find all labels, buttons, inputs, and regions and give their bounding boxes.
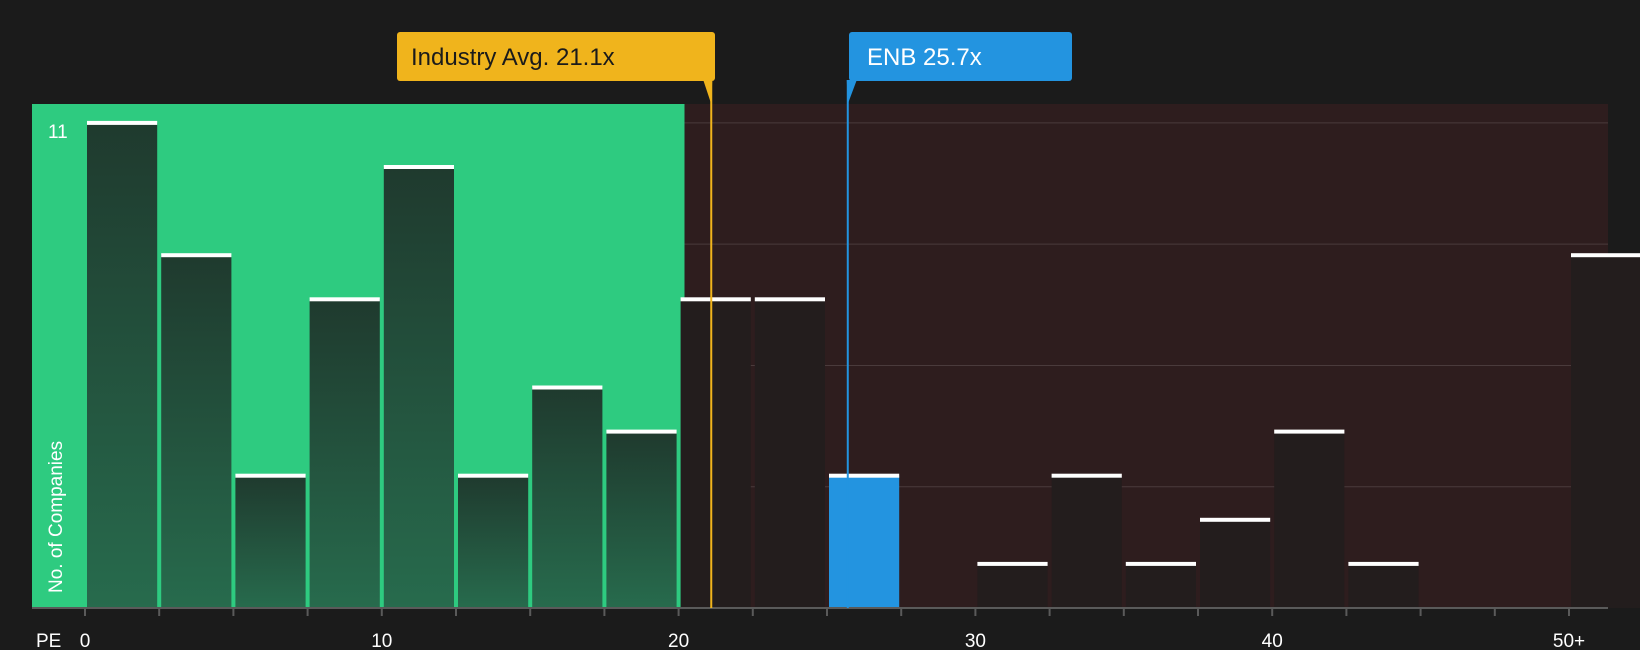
histogram-bar [235, 475, 306, 608]
bar-cap [235, 473, 306, 478]
bar-cap [606, 429, 677, 434]
histogram-bar [680, 299, 751, 608]
pe-distribution-chart: 0 10 20 30 40 50+ Industry Avg. 21.1x ENB 25.7… [0, 0, 1640, 650]
bar-cap [309, 297, 380, 302]
bar-cap [161, 253, 232, 258]
bar-cap [977, 561, 1048, 566]
marker-label: ENB 25.7x [867, 44, 982, 71]
bar-cap [829, 473, 900, 478]
x-tick-label: 10 [371, 631, 392, 650]
x-tick-label: 30 [965, 631, 986, 650]
bar-cap [87, 120, 158, 125]
bar-cap [532, 385, 603, 390]
histogram-bar [532, 387, 603, 608]
bar-cap [1571, 253, 1640, 258]
bar-cap [680, 297, 751, 302]
histogram-bar [1125, 563, 1196, 608]
histogram-bar [606, 431, 677, 608]
x-axis-label: PE [36, 631, 61, 650]
marker-label: Industry Avg. 21.1x [411, 44, 615, 71]
x-tick-label: 0 [80, 631, 91, 650]
histogram-bar [829, 475, 900, 608]
histogram-bar [1274, 431, 1345, 608]
bar-cap [383, 165, 454, 169]
bar-cap [458, 473, 529, 478]
x-tick-label: 50+ [1553, 631, 1585, 650]
histogram-bar [977, 563, 1048, 608]
histogram-bar [1051, 475, 1122, 608]
y-tick-label-11: 11 [48, 122, 68, 143]
histogram-bar [383, 167, 454, 608]
bar-cap [1125, 561, 1196, 566]
bar-cap [1051, 473, 1122, 478]
x-tick-label: 20 [668, 631, 689, 650]
x-tick-label: 40 [1262, 631, 1283, 650]
histogram-bar [1200, 519, 1271, 608]
y-axis-label: No. of Companies [46, 441, 67, 593]
histogram-bar [458, 475, 529, 608]
bar-cap [1348, 561, 1419, 566]
histogram-bar [1571, 255, 1640, 608]
bar-cap [1274, 429, 1345, 434]
histogram-bar [87, 122, 158, 609]
histogram-bar [161, 255, 232, 608]
histogram-bar [754, 299, 825, 608]
bar-cap [754, 297, 825, 302]
histogram-bar [309, 299, 380, 608]
histogram-bar [1348, 563, 1419, 608]
bar-cap [1200, 517, 1271, 522]
